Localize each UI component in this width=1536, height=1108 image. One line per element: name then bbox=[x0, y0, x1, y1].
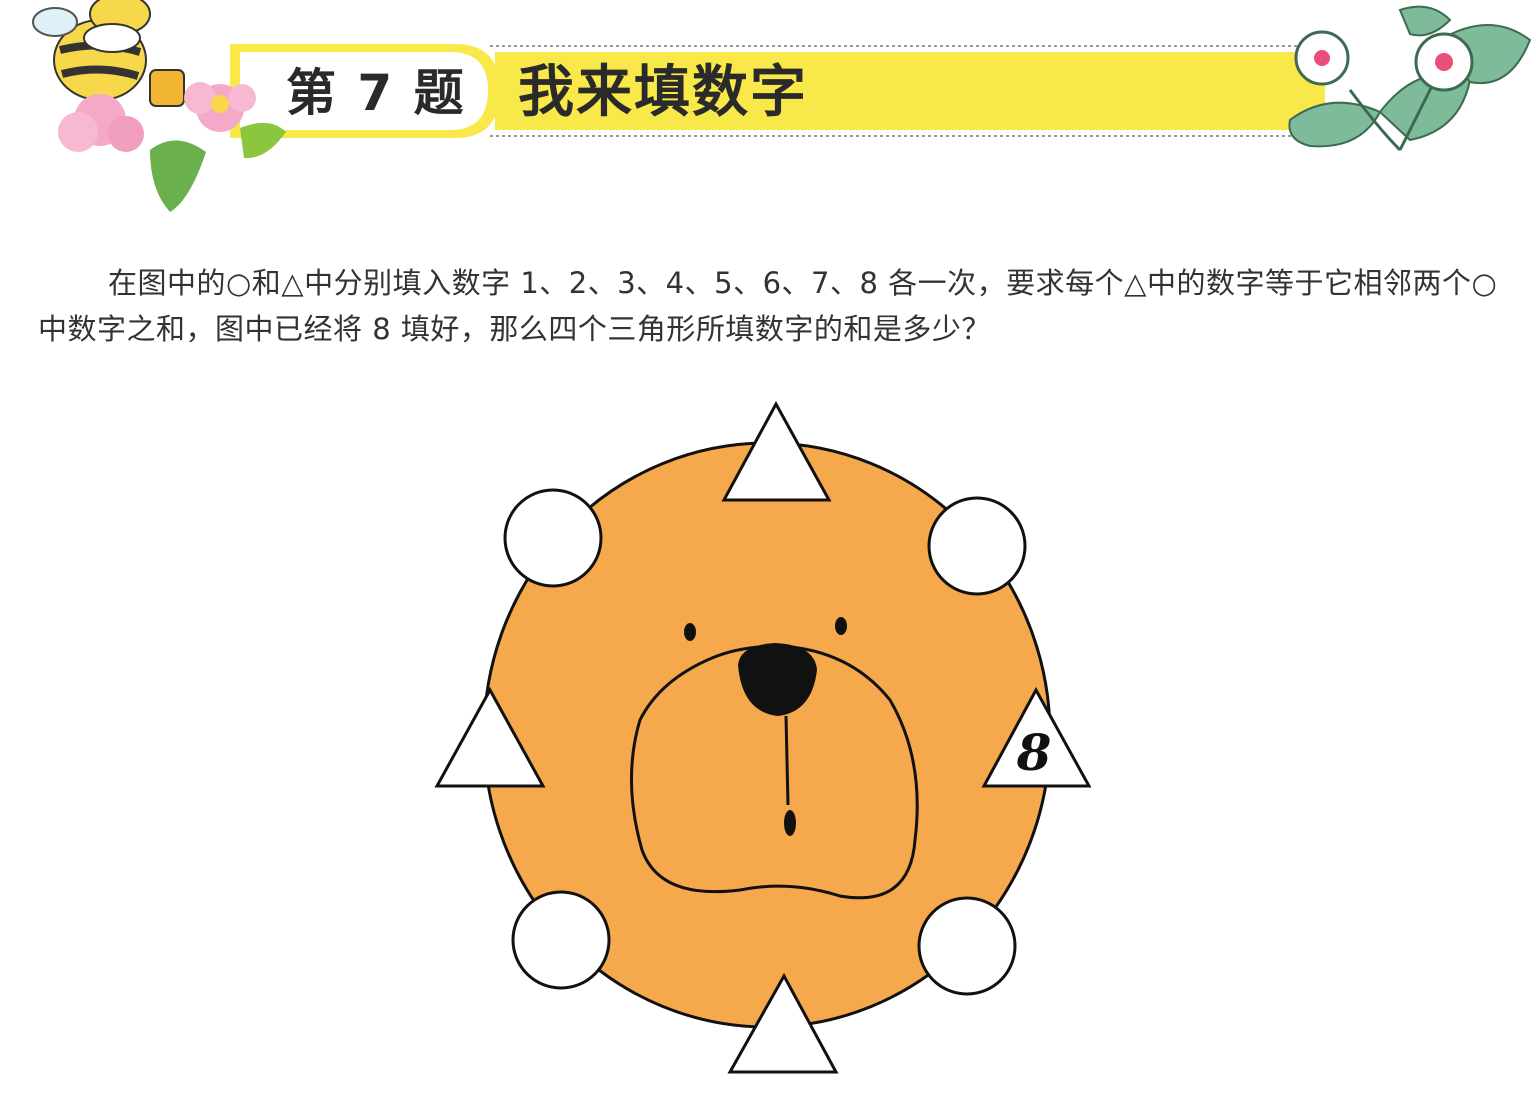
bee-illustration bbox=[32, 0, 185, 107]
puzzle-diagram: 8 bbox=[434, 400, 1092, 1074]
problem-text: 在图中的○和△中分别填入数字 1、2、3、4、5、6、7、8 各一次，要求每个△… bbox=[38, 266, 1498, 346]
bear-eye-left bbox=[684, 623, 696, 641]
bear-eye-right bbox=[835, 617, 847, 635]
question-title: 我来填数字 bbox=[518, 60, 808, 125]
circle-slot-top-left bbox=[503, 488, 603, 588]
given-number-label: 8 bbox=[1016, 723, 1052, 782]
circle-slot-bottom-right bbox=[917, 896, 1017, 996]
flower-illustration-right bbox=[1288, 5, 1532, 152]
bear-mouth bbox=[784, 810, 796, 836]
circle-slot-bottom-left bbox=[511, 890, 611, 990]
question-number: 第 7 题 bbox=[286, 64, 466, 122]
circle-slot-top-right bbox=[927, 496, 1027, 596]
